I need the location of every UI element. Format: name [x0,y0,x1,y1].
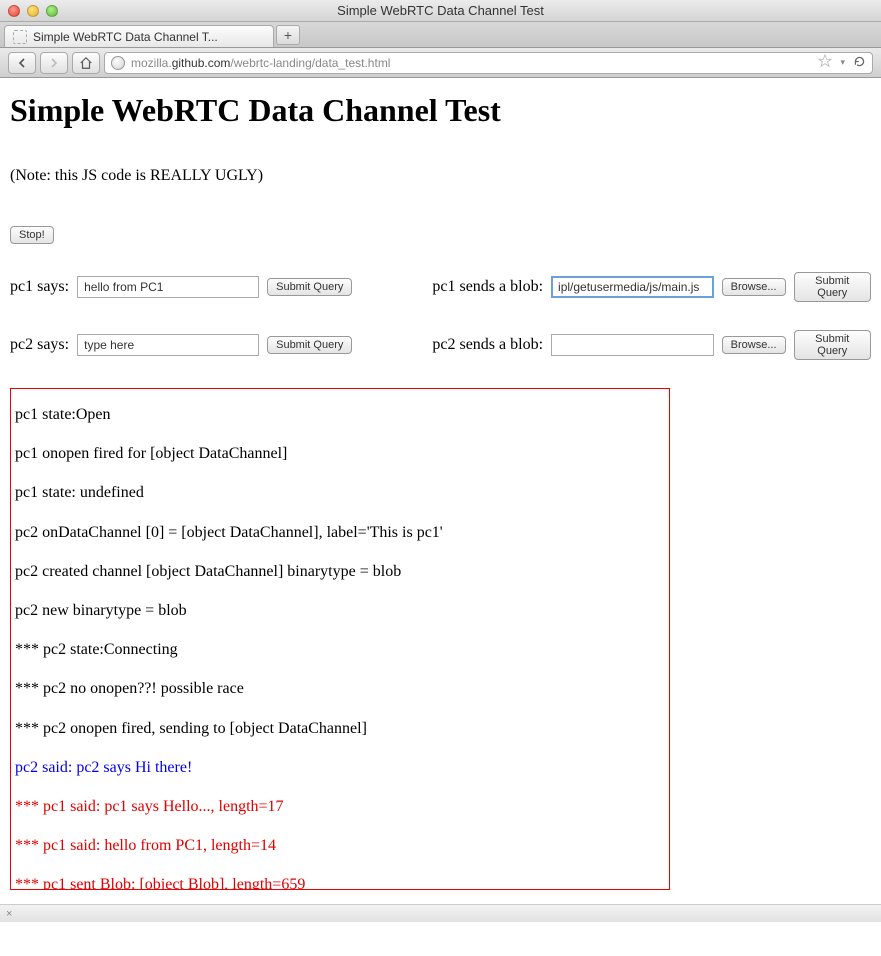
log-line: pc2 new binarytype = blob [15,601,665,620]
pc2-blob-submit-button[interactable]: Submit Query [794,330,871,360]
pc2-blob-input[interactable] [551,334,714,356]
pc1-browse-button[interactable]: Browse... [722,278,786,296]
stop-button[interactable]: Stop! [10,226,54,244]
log-line: pc2 created channel [object DataChannel]… [15,562,665,581]
reload-icon [853,55,866,68]
dropdown-caret-icon[interactable]: ▾ [840,57,845,68]
log-line: pc2 onDataChannel [0] = [object DataChan… [15,523,665,542]
log-line: *** pc2 state:Connecting [15,640,665,659]
bookmark-star-icon[interactable] [818,54,832,71]
pc2-says-input[interactable] [77,334,259,356]
forward-button[interactable] [40,52,68,74]
status-bar: × [0,904,881,922]
pc2-browse-button[interactable]: Browse... [722,336,786,354]
pc2-blob-label: pc2 sends a blob: [432,336,543,354]
url-text: mozilla.github.com/webrtc-landing/data_t… [131,56,812,70]
close-window-button[interactable] [8,5,20,17]
status-close-icon[interactable]: × [6,908,12,920]
log-line: pc1 state:Open [15,405,665,424]
note-text: (Note: this JS code is REALLY UGLY) [10,167,871,185]
pc1-blob-submit-button[interactable]: Submit Query [794,272,871,302]
globe-icon [111,56,125,70]
minimize-window-button[interactable] [27,5,39,17]
log-line: *** pc2 no onopen??! possible race [15,679,665,698]
url-bar[interactable]: mozilla.github.com/webrtc-landing/data_t… [104,52,873,74]
page-content: Simple WebRTC Data Channel Test (Note: t… [0,78,881,904]
log-line: pc2 said: pc2 says Hi there! [15,758,665,777]
log-line: pc1 onopen fired for [object DataChannel… [15,444,665,463]
zoom-window-button[interactable] [46,5,58,17]
pc1-blob-input[interactable] [551,276,714,298]
pc1-submit-button[interactable]: Submit Query [267,278,352,296]
new-tab-button[interactable]: + [276,25,300,45]
log-line: *** pc1 said: hello from PC1, length=14 [15,836,665,855]
pc1-row: pc1 says: Submit Query pc1 sends a blob:… [10,272,871,302]
home-button[interactable] [72,52,100,74]
log-line: pc1 state: undefined [15,483,665,502]
pc1-blob-label: pc1 sends a blob: [432,278,543,296]
browser-tabstrip: Simple WebRTC Data Channel T... + [0,22,881,48]
pc2-says-label: pc2 says: [10,336,69,354]
pc1-says-label: pc1 says: [10,278,69,296]
log-line: *** pc1 said: pc1 says Hello..., length=… [15,797,665,816]
log-line: *** pc1 sent Blob: [object Blob], length… [15,875,665,890]
log-output-box[interactable]: pc1 state:Open pc1 onopen fired for [obje… [10,388,670,890]
home-icon [79,56,93,70]
back-arrow-icon [17,58,27,68]
pc2-submit-button[interactable]: Submit Query [267,336,352,354]
back-button[interactable] [8,52,36,74]
browser-navbar: mozilla.github.com/webrtc-landing/data_t… [0,48,881,78]
plus-icon: + [284,27,292,43]
favicon-placeholder-icon [13,30,27,44]
pc2-row: pc2 says: Submit Query pc2 sends a blob:… [10,330,871,360]
forward-arrow-icon [49,58,59,68]
window-title: Simple WebRTC Data Channel Test [337,3,544,18]
browser-tab-active[interactable]: Simple WebRTC Data Channel T... [4,25,274,47]
reload-button[interactable] [853,55,866,71]
traffic-lights [0,5,58,17]
page-heading: Simple WebRTC Data Channel Test [10,92,871,129]
log-lines: pc1 state:Open pc1 onopen fired for [obje… [11,389,669,890]
pc1-says-input[interactable] [77,276,259,298]
log-line: *** pc2 onopen fired, sending to [object… [15,719,665,738]
window-titlebar: Simple WebRTC Data Channel Test [0,0,881,22]
tab-label: Simple WebRTC Data Channel T... [33,30,218,44]
